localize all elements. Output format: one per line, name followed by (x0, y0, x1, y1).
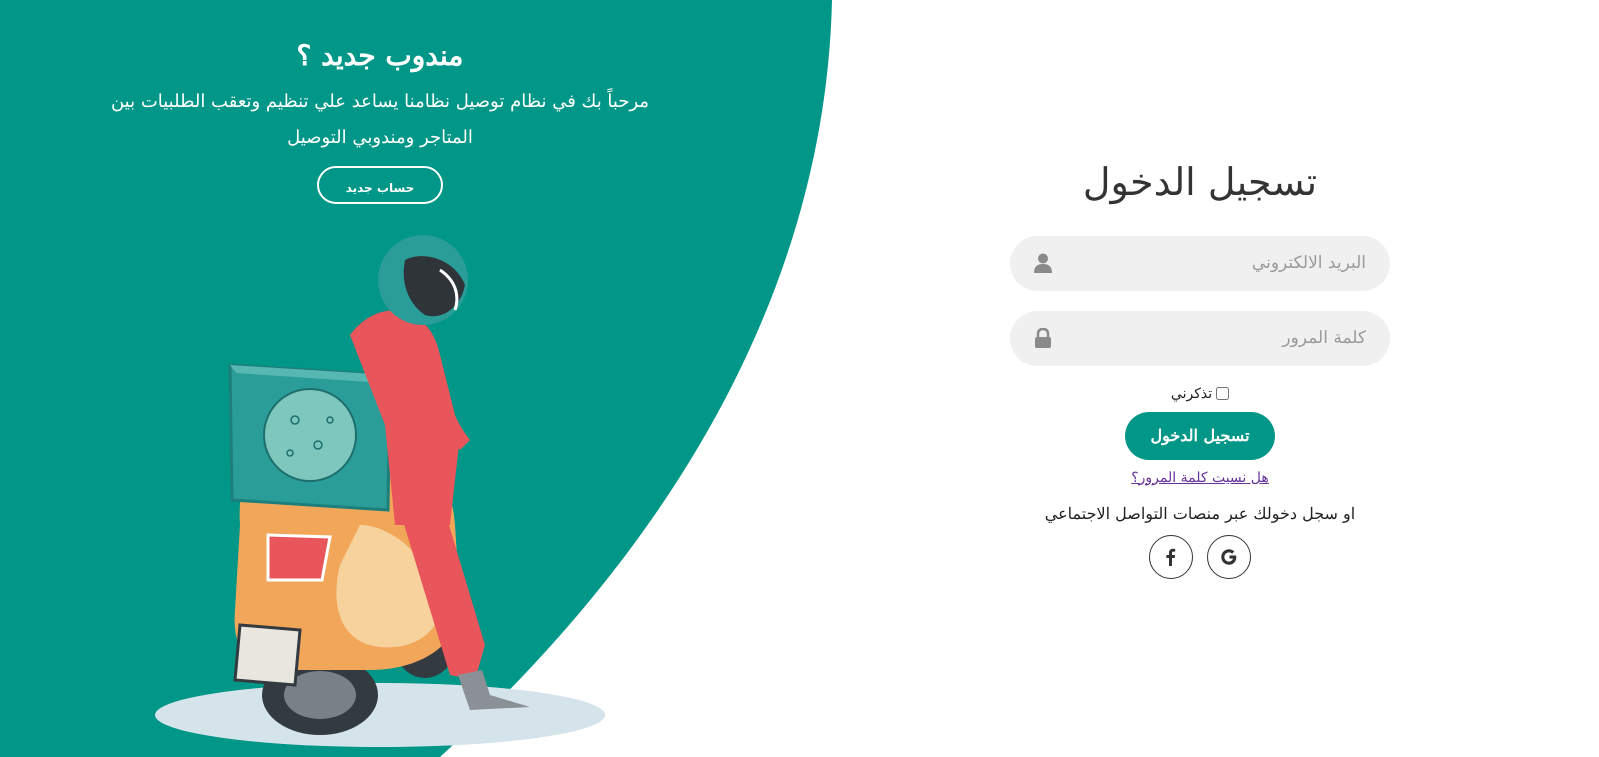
delivery-scooter-illustration (155, 235, 605, 747)
remember-me: تذكرني (1010, 386, 1390, 402)
remember-checkbox[interactable] (1216, 387, 1230, 401)
email-field-wrapper (1010, 234, 1390, 292)
password-field-wrapper (1010, 309, 1390, 367)
promo-text: مرحباً بك في نظام توصيل نظامنا يساعد علي… (110, 91, 650, 149)
promo-section: مندوب جديد ؟ مرحباً بك في نظام توصيل نظا… (60, 38, 700, 205)
login-page: مندوب جديد ؟ مرحباً بك في نظام توصيل نظا… (0, 0, 1599, 757)
remember-label: تذكرني (1170, 385, 1213, 402)
login-button[interactable]: تسجيل الدخول (1125, 411, 1275, 460)
facebook-login-button[interactable] (1149, 534, 1193, 579)
new-account-button[interactable]: حساب جديد (317, 166, 443, 205)
social-login-text: او سجل دخولك عبر منصات التواصل الاجتماعي (1044, 503, 1356, 523)
google-login-button[interactable] (1207, 534, 1251, 579)
password-field[interactable] (1054, 309, 1368, 367)
social-buttons (1010, 534, 1390, 579)
facebook-icon (1166, 548, 1176, 566)
lock-icon (1032, 327, 1054, 349)
promo-title: مندوب جديد ؟ (296, 39, 464, 72)
login-form: تسجيل الدخول تذكرني تسجيل ا (1010, 160, 1390, 579)
google-icon (1221, 548, 1237, 565)
forgot-password-link[interactable]: هل نسيت كلمة المرور؟ (1010, 470, 1390, 486)
login-title: تسجيل الدخول (1082, 160, 1318, 204)
user-icon (1032, 252, 1054, 274)
email-field[interactable] (1054, 234, 1368, 292)
